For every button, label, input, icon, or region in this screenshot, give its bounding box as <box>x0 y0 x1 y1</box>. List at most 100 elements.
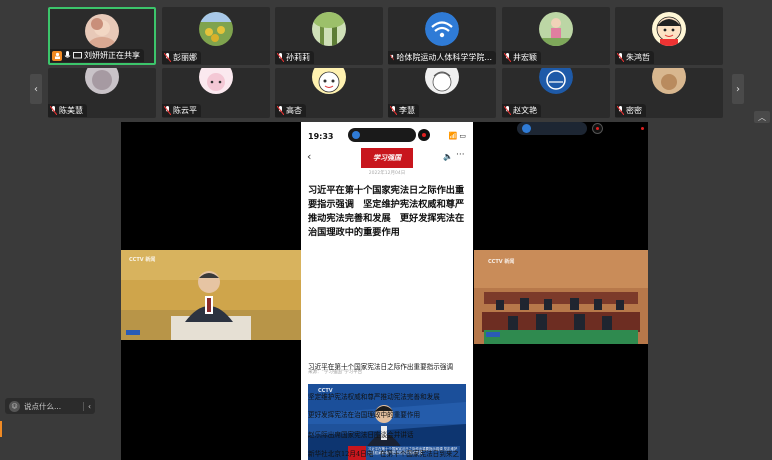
participant-namebar: 朱鸿哲 <box>615 51 654 64</box>
recording-indicator <box>641 127 644 130</box>
avatar <box>652 68 686 94</box>
share-control-pill[interactable] <box>517 122 587 135</box>
edge-indicator <box>0 421 2 437</box>
sharing-icon <box>52 50 62 61</box>
microphone-muted-icon <box>164 53 171 62</box>
record-dot-icon <box>596 127 599 130</box>
microphone-muted-icon <box>617 106 624 115</box>
participant-namebar: 陈美慧 <box>48 104 87 117</box>
microphone-icon <box>64 51 71 58</box>
avatar <box>425 68 459 94</box>
avatar <box>539 12 573 46</box>
shared-phone-screen: 19:33 📶 ▭ ‹ 学习强国 🔈 ··· 2022年12月04日 习近平在第… <box>301 122 473 460</box>
chevron-left-icon: ‹ <box>88 401 91 411</box>
article-paragraph: 赵乐际出席国家宪法日座谈会并讲话 <box>308 431 414 439</box>
participant-name: 孙莉莉 <box>286 53 310 62</box>
microphone-muted-icon <box>164 106 171 115</box>
chat-placeholder[interactable]: 说点什么... <box>24 401 83 412</box>
participant-name: 刘妍妍正在共享 <box>84 51 140 60</box>
participant-namebar: 刘妍妍正在共享 <box>50 49 144 62</box>
participant-tile[interactable]: 刘妍妍正在共享 <box>48 7 156 65</box>
meeting-window: 刘妍妍正在共享 彭丽娜 孙莉莉 哈体院运动人体科学学院... 井宏颖 朱鸿哲 ‹… <box>0 0 772 460</box>
left-video-frame: CCTV 新闻 <box>121 250 301 340</box>
microphone-muted-icon <box>504 106 511 115</box>
article-date: 2022年12月04日 <box>368 171 406 176</box>
participant-tile[interactable]: 陈美慧 <box>48 68 156 118</box>
chevron-left-icon: ‹ <box>34 83 38 95</box>
collapse-chat-button[interactable]: ‹ <box>83 401 95 411</box>
participant-tile[interactable]: 彭丽娜 <box>162 7 270 65</box>
speaker-video <box>121 250 301 340</box>
article-paragraph: 习近平在第十个国家宪法日之际作出重要指示强调 <box>308 363 454 371</box>
chevron-left-icon: ‹ <box>307 150 312 163</box>
audio-icon[interactable]: 🔈 <box>443 152 453 161</box>
participant-tile[interactable]: 哈体院运动人体科学学院... <box>388 7 496 65</box>
chevron-up-icon: ︿ <box>758 112 766 122</box>
channel-logo: CCTV 新闻 <box>488 259 515 265</box>
participant-tile[interactable]: 李慧 <box>388 68 496 118</box>
record-dot-icon <box>422 133 426 137</box>
participant-name: 朱鸿哲 <box>626 53 650 62</box>
participant-name: 井宏颖 <box>513 53 537 62</box>
avatar <box>312 12 346 46</box>
participant-name: 陈美慧 <box>59 106 83 115</box>
brand-banner: 学习强国 <box>361 148 413 168</box>
participant-namebar: 井宏颖 <box>502 51 541 64</box>
more-menu-button[interactable]: ··· <box>456 150 465 160</box>
participant-tile[interactable]: 赵文艳 <box>502 68 610 118</box>
participant-name: 高杏 <box>286 106 302 115</box>
next-page-button[interactable]: › <box>732 74 744 104</box>
right-video-frame: CCTV 新闻 <box>474 250 648 344</box>
microphone-muted-icon <box>390 106 397 115</box>
channel-logo: CCTV 新闻 <box>129 257 156 263</box>
participant-tile[interactable]: 陈云平 <box>162 68 270 118</box>
avatar <box>652 12 686 46</box>
microphone-muted-icon <box>277 106 284 115</box>
participant-tile[interactable]: 密密 <box>615 68 723 118</box>
share-control-pill[interactable] <box>348 128 416 142</box>
collapse-panel-button[interactable]: ︿ <box>754 111 770 123</box>
participant-tile[interactable]: 高杏 <box>275 68 383 118</box>
participant-name: 彭丽娜 <box>173 53 197 62</box>
participant-name: 密密 <box>626 106 642 115</box>
participant-namebar: 彭丽娜 <box>162 51 201 64</box>
article-paragraph: 坚定维护宪法权威和尊严推动宪法完善和发展 <box>308 393 440 401</box>
participant-namebar: 密密 <box>615 104 646 117</box>
participant-namebar: 高杏 <box>275 104 306 117</box>
participant-namebar: 李慧 <box>388 104 419 117</box>
avatar <box>425 12 459 46</box>
article-toolbar: ‹ 学习强国 🔈 ··· <box>301 148 473 170</box>
participant-tile[interactable]: 朱鸿哲 <box>615 7 723 65</box>
record-button[interactable] <box>592 123 603 134</box>
avatar <box>85 14 119 48</box>
record-button[interactable] <box>418 129 430 141</box>
article-paragraph: 更好发挥宪法在治国理政中的重要作用 <box>308 411 421 419</box>
avatar <box>199 68 233 94</box>
article-headline: 习近平在第十个国家宪法日之际作出重要指示强调 坚定维护宪法权威和尊严推动宪法完善… <box>308 185 465 238</box>
back-button[interactable]: ‹ <box>307 150 311 163</box>
participant-tile[interactable]: 孙莉莉 <box>275 7 383 65</box>
status-icons: 📶 ▭ <box>448 132 466 140</box>
avatar <box>312 68 346 94</box>
microphone-muted-icon <box>50 106 57 115</box>
avatar <box>85 68 119 94</box>
participant-tile[interactable]: 井宏颖 <box>502 7 610 65</box>
brand-logo: 学习强国 <box>373 154 401 162</box>
microphone-muted-icon <box>504 53 511 62</box>
avatar <box>539 68 573 94</box>
participant-namebar: 赵文艳 <box>502 104 541 117</box>
participant-name: 陈云平 <box>173 106 197 115</box>
app-logo-icon <box>352 131 360 139</box>
microphone-muted-icon <box>617 53 624 62</box>
microphone-muted-icon <box>390 54 395 61</box>
participant-name: 李慧 <box>399 106 415 115</box>
chat-input-bar[interactable]: ☺ 说点什么... ‹ <box>5 398 95 414</box>
emoji-icon[interactable]: ☺ <box>9 400 20 412</box>
phone-time: 19:33 <box>308 131 334 141</box>
avatar <box>199 12 233 46</box>
microphone-muted-icon <box>277 53 284 62</box>
participant-namebar: 孙莉莉 <box>275 51 314 64</box>
participant-namebar: 哈体院运动人体科学学院... <box>388 51 496 64</box>
prev-page-button[interactable]: ‹ <box>30 74 42 104</box>
article-paragraph: 新华社北京12月4日电 在第十个国家宪法日到来之 <box>308 450 460 458</box>
